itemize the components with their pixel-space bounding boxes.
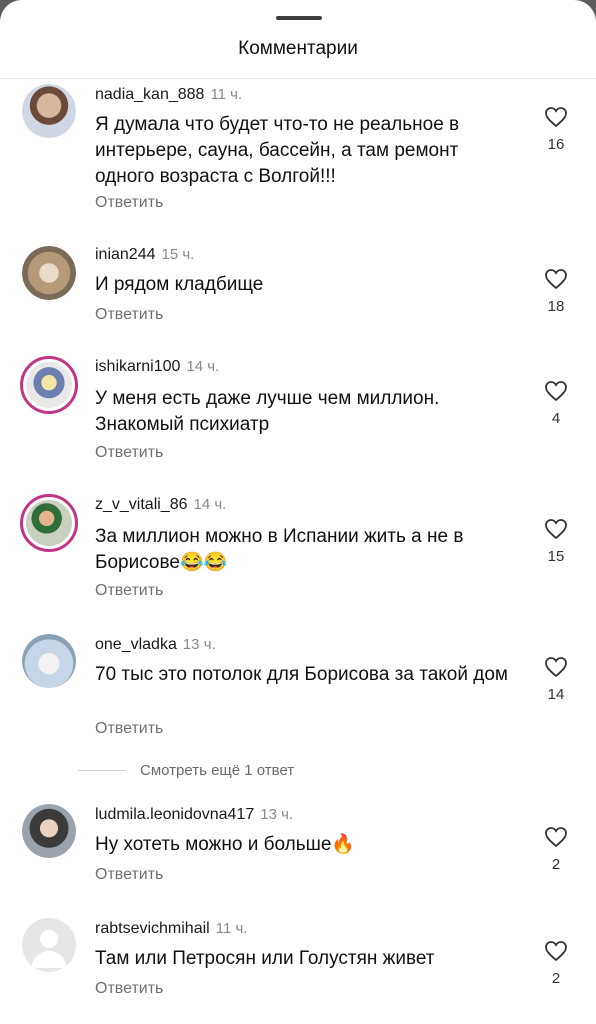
avatar[interactable] [22, 246, 76, 300]
like-count: 2 [551, 970, 561, 987]
comment-username[interactable]: nadia_kan_888 11 ч. [95, 86, 242, 104]
like-count: 15 [547, 548, 565, 565]
header-divider [0, 78, 596, 79]
reply-button[interactable]: Ответить [95, 720, 163, 738]
reply-button[interactable]: Ответить [95, 980, 163, 998]
like-button[interactable]: 16 [542, 106, 570, 153]
heart-outline-icon [545, 107, 567, 128]
comment-text: Я думала что будет что-то не реальное в … [95, 114, 460, 187]
like-count: 16 [547, 136, 565, 153]
like-button[interactable]: 2 [542, 940, 570, 987]
view-more-label: Смотреть ещё 1 ответ [140, 761, 295, 779]
like-count: 4 [551, 410, 561, 427]
comment-time: 14 ч. [193, 496, 227, 513]
comment-username[interactable]: inian244 15 ч. [95, 246, 194, 264]
heart-outline-icon [545, 827, 567, 848]
comment-time: 13 ч. [260, 806, 294, 823]
reply-button[interactable]: Ответить [95, 866, 163, 884]
replies-line [78, 769, 126, 771]
avatar[interactable] [20, 356, 78, 414]
comment-text: 70 тыс это потолок для Борисова за такой… [95, 664, 508, 685]
comment-time: 11 ч. [215, 920, 248, 937]
avatar[interactable] [20, 494, 78, 552]
avatar[interactable] [22, 804, 76, 858]
like-button[interactable]: 4 [542, 380, 570, 427]
comment-text: Там или Петросян или Голустян живет [95, 948, 435, 969]
comment-username[interactable]: ishikarni100 14 ч. [95, 358, 219, 376]
like-button[interactable]: 14 [542, 656, 570, 703]
heart-outline-icon [545, 657, 567, 678]
drag-handle[interactable] [276, 16, 322, 20]
heart-outline-icon [545, 519, 567, 540]
avatar[interactable] [22, 634, 76, 688]
reply-button[interactable]: Ответить [95, 306, 163, 324]
comment-time: 13 ч. [182, 636, 216, 653]
heart-outline-icon [545, 381, 567, 402]
heart-outline-icon [545, 269, 567, 290]
like-button[interactable]: 18 [542, 268, 570, 315]
comment-text: За миллион можно в Испании жить а не в Б… [95, 526, 464, 573]
comment-text: И рядом кладбище [95, 274, 264, 295]
heart-outline-icon [545, 941, 567, 962]
like-count: 18 [547, 298, 565, 315]
comment-time: 11 ч. [210, 86, 243, 103]
comment-text: У меня есть даже лучше чем миллион. Знак… [95, 388, 440, 435]
avatar-placeholder[interactable] [22, 918, 76, 972]
like-button[interactable]: 2 [542, 826, 570, 873]
comments-sheet: Комментарии nadia_kan_888 11 ч. Я думала … [0, 0, 596, 1024]
comment-time: 15 ч. [161, 246, 195, 263]
view-more-replies[interactable]: Смотреть ещё 1 ответ [78, 760, 294, 780]
reply-button[interactable]: Ответить [95, 444, 163, 462]
like-button[interactable]: 15 [542, 518, 570, 565]
comment-username[interactable]: one_vladka 13 ч. [95, 636, 216, 654]
comment-username[interactable]: rabtsevichmihail 11 ч. [95, 920, 247, 938]
sheet-title: Комментарии [238, 38, 358, 59]
comment-username[interactable]: ludmila.leonidovna417 13 ч. [95, 806, 293, 824]
comment-time: 14 ч. [186, 358, 220, 375]
like-count: 2 [551, 856, 561, 873]
reply-button[interactable]: Ответить [95, 194, 163, 212]
like-count: 14 [547, 686, 565, 703]
comment-username[interactable]: z_v_vitali_86 14 ч. [95, 496, 226, 514]
comment-text: Ну хотеть можно и больше🔥 [95, 834, 356, 855]
avatar[interactable] [22, 84, 76, 138]
default-user-icon [31, 930, 67, 968]
reply-button[interactable]: Ответить [95, 582, 163, 600]
